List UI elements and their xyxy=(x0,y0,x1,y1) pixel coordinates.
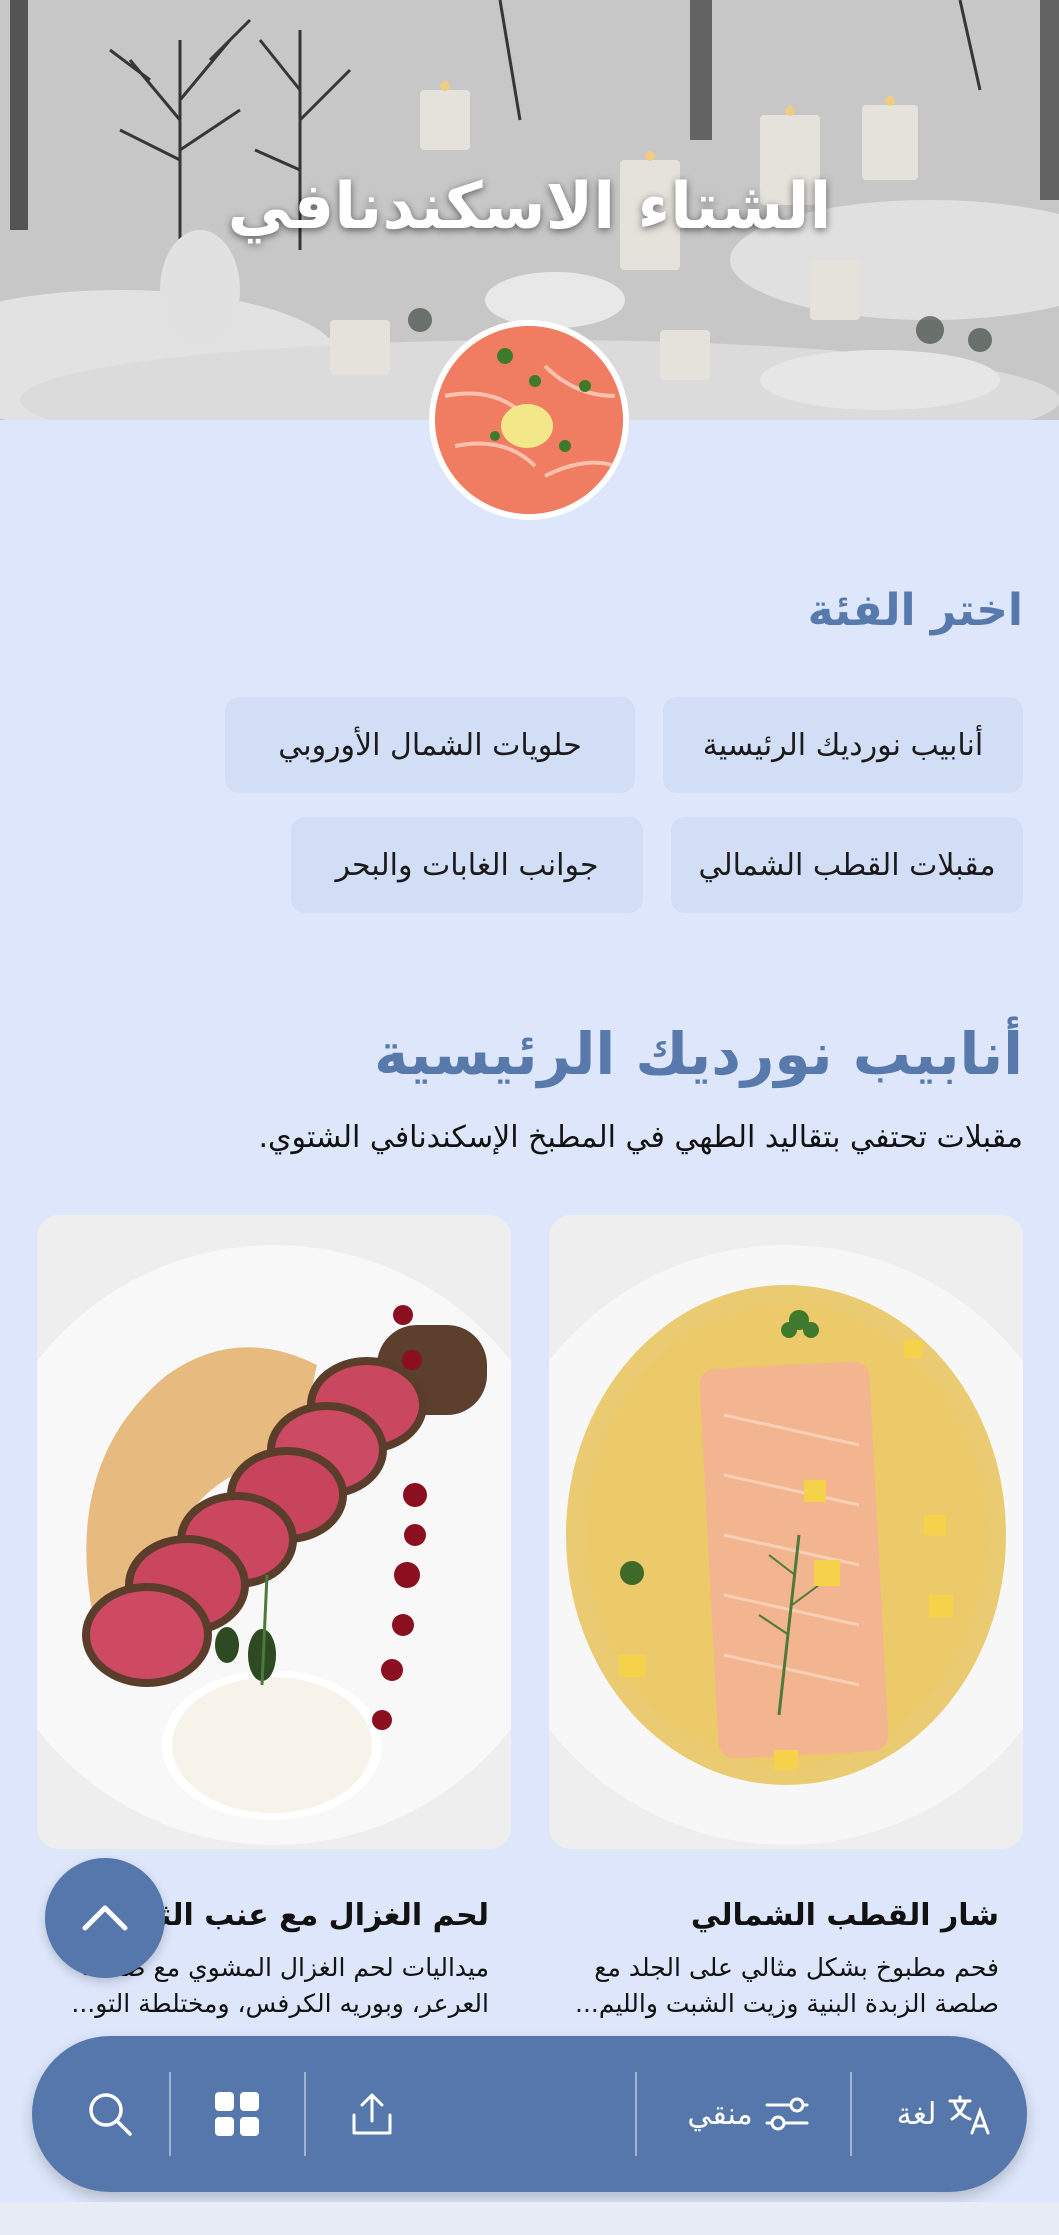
category-picker-label: اختر الفئة xyxy=(807,585,1023,636)
dish-description-line: صلصة الزبدة البنية وزيت الشبت والليم... xyxy=(575,1989,999,2018)
grid-icon xyxy=(215,2092,259,2136)
dish-description-line: العرعر، وبوريه الكرفس، ومختلطة التو... xyxy=(71,1989,489,2018)
bottom-toolbar: لغة منقي xyxy=(32,2036,1027,2192)
dish-image-arctic-char[interactable] xyxy=(549,1215,1023,1849)
toolbar-divider xyxy=(304,2072,306,2156)
language-button[interactable]: لغة xyxy=(852,2036,1027,2192)
toolbar-divider xyxy=(850,2072,852,2156)
chevron-up-icon xyxy=(82,1905,128,1931)
search-button[interactable] xyxy=(52,2036,167,2192)
language-label: لغة xyxy=(896,2096,937,2132)
scroll-to-top-button[interactable] xyxy=(45,1858,165,1978)
grid-view-button[interactable] xyxy=(172,2036,302,2192)
category-chip-forest-sea-sides[interactable]: جوانب الغابات والبحر xyxy=(291,817,643,913)
dish-title-arctic-char[interactable]: شار القطب الشمالي xyxy=(691,1898,999,1933)
menu-page: الشتاء الاسكندنافي اختر الفئة أنابيب نور… xyxy=(0,0,1059,2235)
filter-sliders-icon xyxy=(765,2097,809,2131)
bottom-safe-area xyxy=(0,2202,1059,2235)
search-icon xyxy=(88,2093,132,2136)
dish-image-venison[interactable] xyxy=(37,1215,511,1849)
share-icon xyxy=(352,2093,392,2135)
dish-avatar-image xyxy=(429,320,629,520)
dish-description-arctic-char: فحم مطبوخ بشكل مثالي على الجلد مع صلصة ا… xyxy=(569,1950,999,2022)
category-chip-arctic-starters[interactable]: مقبلات القطب الشمالي xyxy=(671,817,1023,913)
filter-button[interactable]: منقي xyxy=(639,2036,849,2192)
category-description: مقبلات تحتفي بتقاليد الطهي في المطبخ الإ… xyxy=(258,1120,1023,1155)
category-chip-nordic-desserts[interactable]: حلويات الشمال الأوروبي xyxy=(225,697,635,793)
toolbar-divider xyxy=(169,2072,171,2156)
toolbar-divider xyxy=(635,2072,637,2156)
dish-description-line: فحم مطبوخ بشكل مثالي على الجلد مع xyxy=(594,1953,999,1982)
filter-label: منقي xyxy=(687,2096,753,2132)
hero-title: الشتاء الاسكندنافي xyxy=(227,170,832,244)
share-button[interactable] xyxy=(307,2036,437,2192)
category-chip-nordic-mains[interactable]: أنابيب نورديك الرئيسية xyxy=(663,697,1023,793)
category-title: أنابيب نورديك الرئيسية xyxy=(374,1020,1023,1088)
translate-icon xyxy=(948,2095,990,2135)
